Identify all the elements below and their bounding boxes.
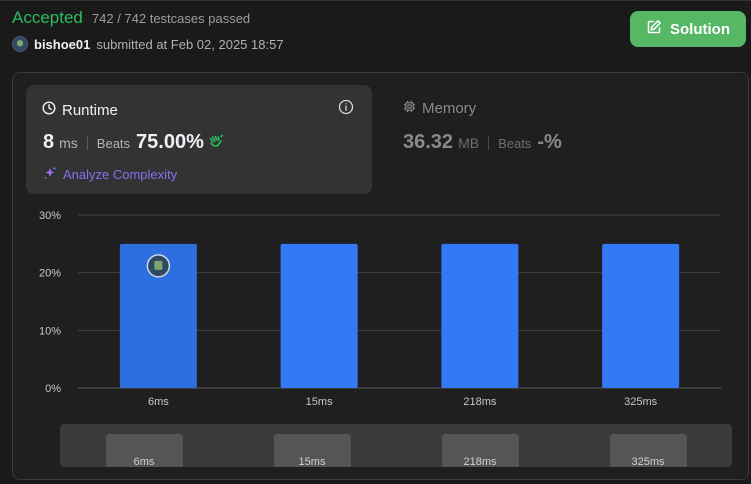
runtime-unit: ms — [59, 135, 78, 151]
y-tick-label: 0% — [45, 383, 61, 395]
chart-navigator[interactable]: 6ms 15ms 218ms 325ms — [60, 424, 732, 468]
accepted-label: Accepted — [12, 8, 83, 27]
divider — [488, 135, 490, 150]
runtime-title: Runtime — [42, 101, 118, 119]
memory-card[interactable]: Memory 36.32 MB Beats -% — [403, 100, 562, 153]
memory-beats-value: -% — [537, 131, 562, 153]
memory-unit: MB — [458, 135, 480, 151]
info-icon[interactable] — [338, 99, 354, 115]
runtime-beats-value: 75.00% — [136, 131, 204, 153]
navigator-label: 15ms — [298, 456, 326, 468]
x-tick-label: 15ms — [306, 396, 333, 408]
memory-metrics: 36.32 MB Beats -% — [403, 131, 562, 154]
y-tick-label: 30% — [39, 210, 61, 222]
runtime-card[interactable]: Runtime 8 ms Beats 75.00% Analyze Comple… — [26, 85, 372, 194]
y-tick-label: 20% — [39, 268, 61, 280]
analyze-complexity-link[interactable]: Analyze Complexity — [42, 165, 177, 184]
testcases-label: 742 / 742 testcases passed — [91, 11, 251, 26]
navigator-label: 325ms — [631, 456, 665, 468]
bar[interactable] — [441, 243, 519, 388]
y-tick-label: 10% — [39, 325, 61, 337]
clap-icon — [208, 134, 224, 152]
x-tick-label: 6ms — [148, 396, 169, 408]
runtime-beats-label: Beats — [96, 136, 131, 151]
navigator-label: 6ms — [133, 456, 155, 468]
submitted-at: submitted at Feb 02, 2025 18:57 — [96, 36, 284, 52]
runtime-metrics: 8 ms Beats 75.00% — [43, 131, 224, 154]
edit-icon — [646, 19, 662, 39]
submitter-info: bishoe01 submitted at Feb 02, 2025 18:57 — [12, 36, 284, 52]
divider — [86, 135, 88, 150]
x-tick-label: 218ms — [463, 396, 497, 408]
chip-icon — [403, 100, 416, 117]
sparkle-icon — [42, 165, 58, 184]
clock-icon — [42, 101, 56, 119]
memory-title-label: Memory — [422, 100, 477, 117]
runtime-distribution-chart: 0% 10% 20% 30% 6ms 15ms 218ms 325ms — [39, 210, 721, 408]
top-divider — [0, 0, 751, 1]
submission-status: Accepted 742 / 742 testcases passed — [12, 8, 250, 28]
memory-value: 36.32 — [403, 131, 454, 153]
solution-button[interactable]: Solution — [630, 11, 746, 47]
runtime-value: 8 — [43, 131, 55, 153]
memory-beats-label: Beats — [498, 136, 532, 151]
bar[interactable] — [602, 243, 680, 388]
runtime-title-label: Runtime — [62, 101, 118, 119]
navigator-label: 218ms — [463, 456, 497, 468]
analyze-complexity-label: Analyze Complexity — [63, 167, 178, 182]
user-avatar-marker — [146, 254, 171, 278]
x-tick-label: 325ms — [624, 396, 658, 408]
avatar[interactable] — [12, 36, 28, 52]
solution-button-label: Solution — [670, 20, 730, 38]
memory-title: Memory — [403, 100, 476, 117]
bar[interactable] — [280, 243, 358, 388]
username-link[interactable]: bishoe01 — [34, 37, 90, 52]
